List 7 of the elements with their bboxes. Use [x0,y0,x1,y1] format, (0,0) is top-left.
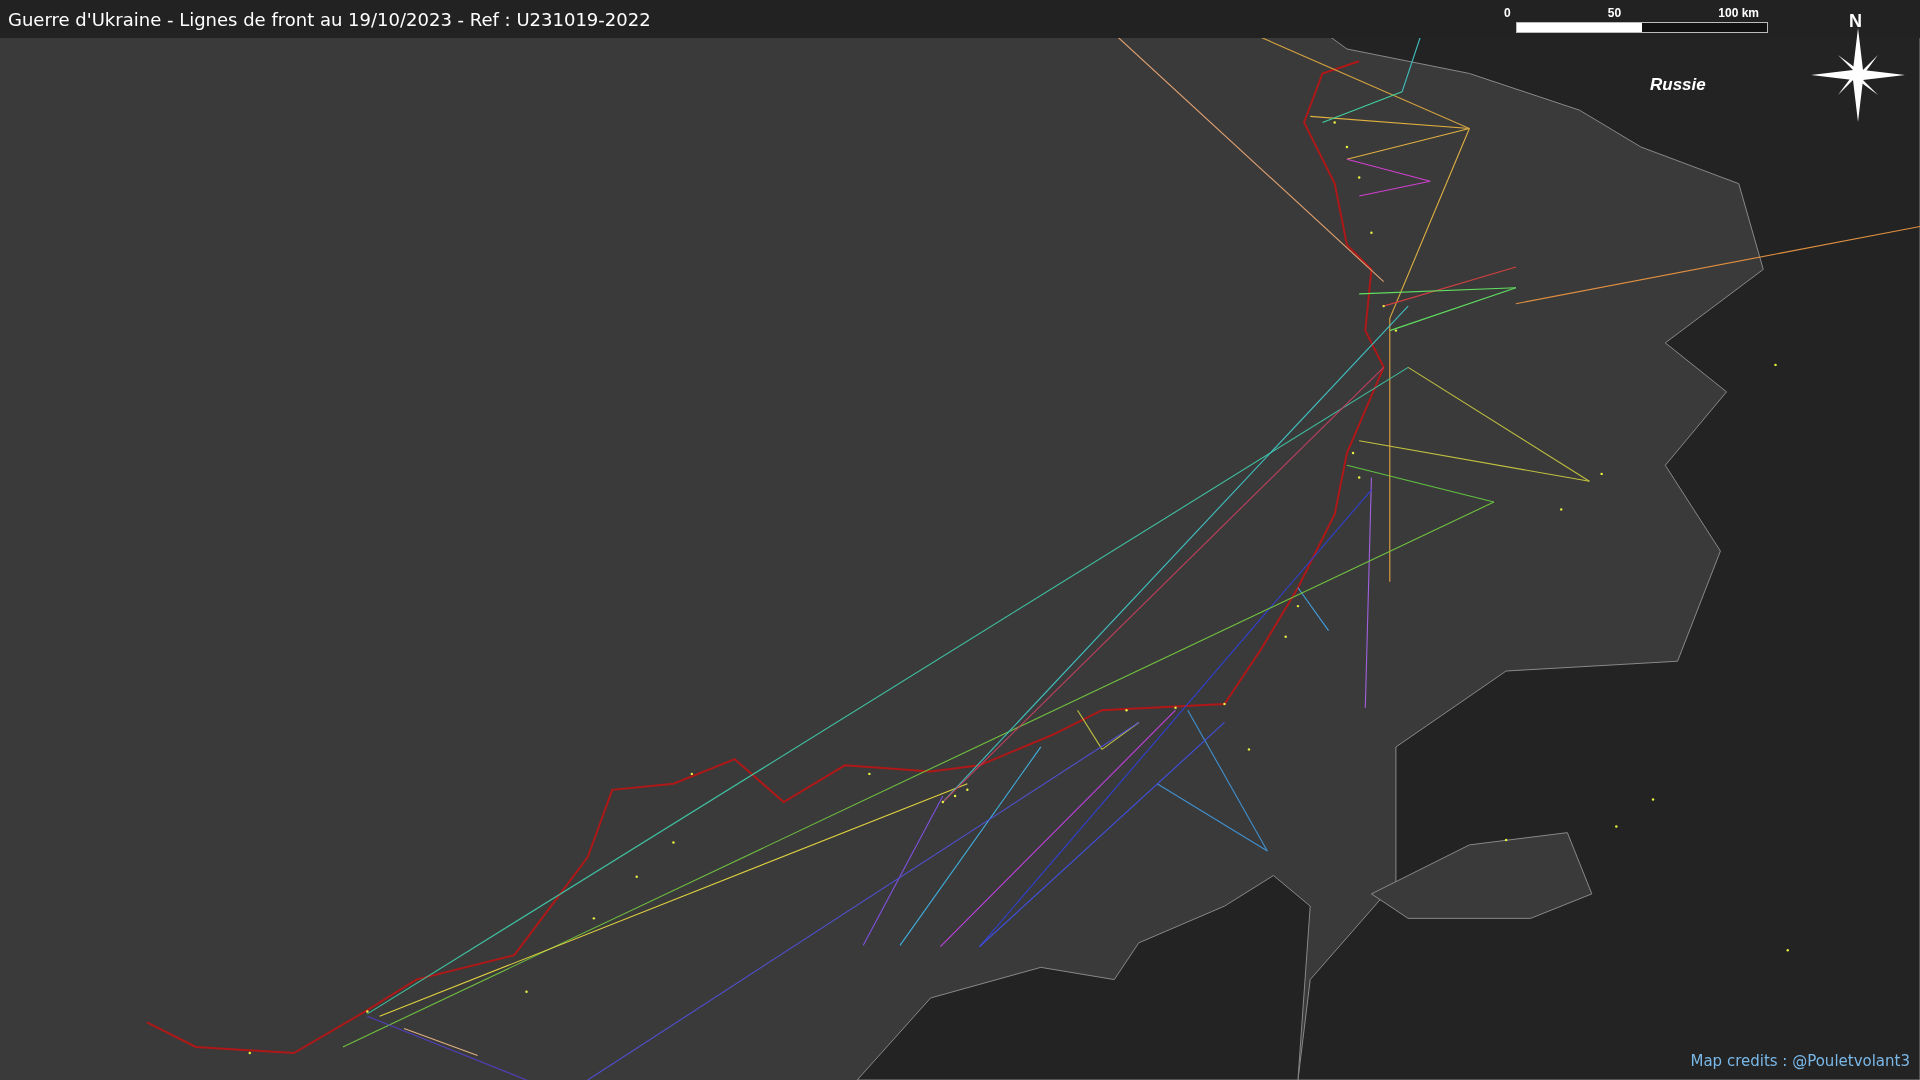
scale-label: 50 [1607,5,1622,22]
map-title: Guerre d'Ukraine - Lignes de front au 19/10/2023 - Ref : U231019-2022 [8,7,651,32]
scale-label: 100 km [1718,5,1759,22]
scale-label: 0 [1504,5,1511,22]
country-label: Russie [1650,74,1706,96]
map-credits: Map credits : @Pouletvolant3 [1690,1050,1910,1072]
compass-label: N [1849,10,1862,33]
